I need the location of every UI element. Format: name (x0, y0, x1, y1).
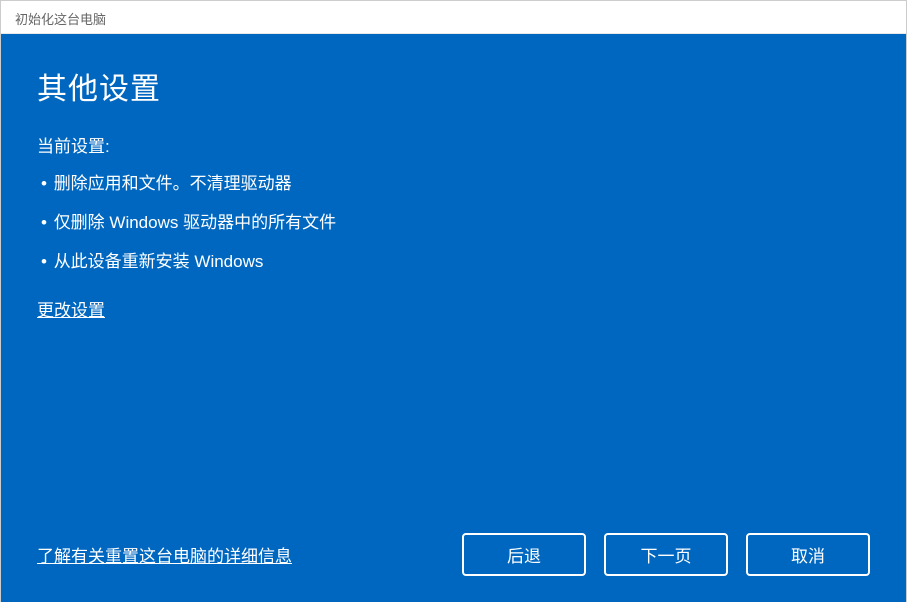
spacer (37, 321, 870, 533)
cancel-button[interactable]: 取消 (746, 533, 870, 576)
setting-item: 删除应用和文件。不清理驱动器 (37, 169, 870, 194)
settings-list: 删除应用和文件。不清理驱动器 仅删除 Windows 驱动器中的所有文件 从此设… (37, 169, 870, 286)
change-settings-link[interactable]: 更改设置 (37, 296, 870, 321)
footer: 了解有关重置这台电脑的详细信息 后退 下一页 取消 (37, 533, 870, 576)
learn-more-link[interactable]: 了解有关重置这台电脑的详细信息 (37, 542, 292, 567)
titlebar: 初始化这台电脑 (1, 1, 906, 34)
next-button[interactable]: 下一页 (604, 533, 728, 576)
back-button[interactable]: 后退 (462, 533, 586, 576)
button-row: 后退 下一页 取消 (462, 533, 870, 576)
setting-item: 仅删除 Windows 驱动器中的所有文件 (37, 208, 870, 233)
setting-item: 从此设备重新安装 Windows (37, 247, 870, 272)
main-panel: 其他设置 当前设置: 删除应用和文件。不清理驱动器 仅删除 Windows 驱动… (1, 34, 906, 602)
page-heading: 其他设置 (37, 64, 870, 108)
window-title: 初始化这台电脑 (15, 12, 106, 27)
current-settings-label: 当前设置: (37, 132, 870, 157)
